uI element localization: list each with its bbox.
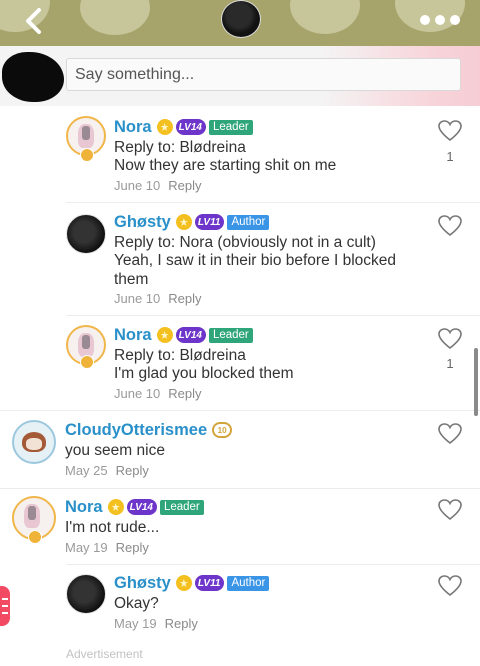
top-bar [0, 0, 480, 46]
more-dots-icon[interactable] [420, 12, 460, 28]
comment-date: June 10 [114, 291, 161, 306]
heart-icon[interactable] [437, 119, 463, 143]
like-count: 1 [446, 149, 454, 164]
role-badge: Leader [159, 499, 204, 515]
crown-icon [156, 119, 173, 135]
redacted-avatar [2, 52, 64, 102]
reply-button[interactable]: Reply [168, 386, 201, 401]
comment-text: Okay? [114, 595, 159, 612]
crown-icon [175, 214, 192, 230]
heart-icon[interactable] [437, 574, 463, 598]
comment-text: I'm not rude... [65, 519, 160, 536]
advertisement-label: Advertisement [66, 647, 143, 661]
comment-item: Nora LV14 Leader Reply to: Blødreina I'm… [0, 315, 480, 410]
role-badge: Author [227, 575, 270, 591]
commenter-name[interactable]: Ghøsty [114, 213, 171, 232]
comment-item: Nora LV14 Leader Reply to: Blødreina Now… [0, 106, 480, 202]
comment-date: May 19 [65, 540, 108, 555]
comment-date: June 10 [114, 178, 161, 193]
role-badge: Author [227, 214, 270, 230]
level-badge-icon: LV11 [194, 214, 225, 230]
reply-button[interactable]: Reply [168, 178, 201, 193]
decor-dot [290, 0, 360, 34]
level-badge-icon: LV14 [175, 119, 206, 135]
reply-button[interactable]: Reply [165, 616, 198, 631]
crown-icon [175, 575, 192, 591]
like-count: 1 [446, 356, 454, 371]
composer-bar: Say something... [0, 46, 480, 106]
menu-tab-icon[interactable] [0, 586, 10, 626]
level-badge-icon: LV14 [175, 327, 206, 343]
heart-icon[interactable] [437, 214, 463, 238]
heart-icon[interactable] [437, 498, 463, 522]
role-badge: Leader [208, 119, 253, 135]
commenter-name[interactable]: Nora [114, 118, 152, 137]
badge-icon [80, 355, 94, 369]
back-chevron-icon[interactable] [20, 6, 48, 36]
level-badge-icon: 10 [212, 422, 233, 438]
level-badge-icon: LV14 [126, 499, 157, 515]
avatar[interactable] [12, 420, 56, 464]
commenter-name[interactable]: Ghøsty [114, 574, 171, 593]
commenter-name[interactable]: Nora [114, 326, 152, 345]
comment-text: you seem nice [65, 442, 165, 459]
commenter-name[interactable]: Nora [65, 498, 103, 517]
commenter-name[interactable]: CloudyOtterismee [65, 421, 207, 440]
heart-icon[interactable] [437, 327, 463, 351]
crown-icon [156, 327, 173, 343]
avatar[interactable] [66, 574, 106, 614]
reply-to-label: Reply to: Nora (obviously not in a cult) [114, 234, 376, 251]
comment-item: Nora LV14 Leader I'm not rude... May 19 R… [0, 488, 480, 564]
badge-icon [28, 530, 42, 544]
comment-item: Ghøsty LV11 Author Reply to: Nora (obvio… [0, 202, 480, 315]
comment-text: Yeah, I saw it in their bio before I blo… [114, 252, 397, 288]
chat-avatar[interactable] [221, 0, 261, 38]
level-badge-icon: LV11 [194, 575, 225, 591]
comment-date: May 25 [65, 463, 108, 478]
comment-item: Ghøsty LV11 Author Okay? May 19 Reply [0, 564, 480, 642]
reply-to-label: Reply to: Blødreina [114, 347, 246, 364]
reply-to-label: Reply to: Blødreina [114, 139, 246, 156]
comment-text: I'm glad you blocked them [114, 365, 294, 382]
reply-button[interactable]: Reply [116, 463, 149, 478]
comment-text: Now they are starting shit on me [114, 157, 337, 174]
badge-icon [80, 148, 94, 162]
reply-button[interactable]: Reply [116, 540, 149, 555]
role-badge: Leader [208, 327, 253, 343]
decor-dot [80, 0, 150, 35]
heart-icon[interactable] [437, 422, 463, 446]
comment-input[interactable]: Say something... [66, 58, 461, 91]
comment-item: CloudyOtterismee 10 you seem nice May 25… [0, 410, 480, 488]
crown-icon [107, 499, 124, 515]
comment-date: May 19 [114, 616, 157, 631]
scrollbar[interactable] [474, 348, 478, 416]
avatar[interactable] [66, 214, 106, 254]
comment-date: June 10 [114, 386, 161, 401]
reply-button[interactable]: Reply [168, 291, 201, 306]
